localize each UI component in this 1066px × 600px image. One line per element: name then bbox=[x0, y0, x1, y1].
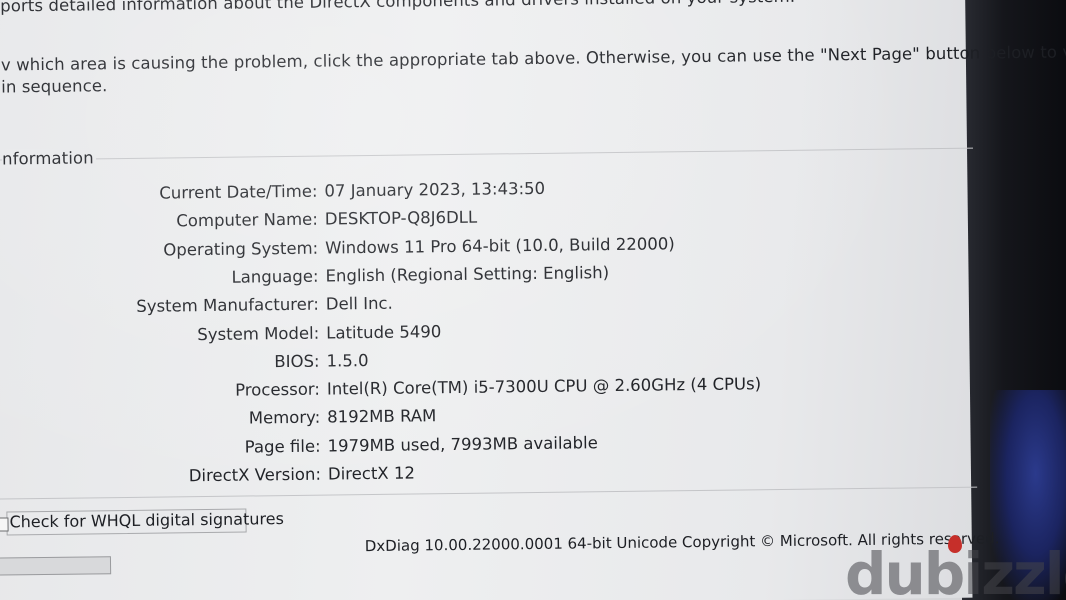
intro-text-line-2: v which area is causing the problem, cli… bbox=[0, 42, 1066, 75]
whql-checkbox[interactable] bbox=[0, 517, 9, 532]
dxdiag-window: ports detailed information about the Dir… bbox=[0, 0, 1066, 600]
info-value: 8192MB RAM bbox=[327, 406, 437, 427]
info-label: System Model: bbox=[197, 323, 320, 344]
info-value: 07 January 2023, 13:43:50 bbox=[324, 178, 546, 201]
info-label: Page file: bbox=[244, 436, 321, 457]
info-label: Memory: bbox=[248, 408, 321, 428]
info-value: DirectX 12 bbox=[327, 463, 416, 484]
info-value: 1979MB used, 7993MB available bbox=[327, 432, 598, 456]
info-label: DirectX Version: bbox=[188, 464, 322, 486]
info-value: Dell Inc. bbox=[325, 293, 393, 314]
intro-text-line-3: in sequence. bbox=[1, 76, 108, 97]
watermark-pin-icon bbox=[948, 535, 962, 553]
photo-stage: ports detailed information about the Dir… bbox=[0, 0, 1066, 600]
info-value: Latitude 5490 bbox=[326, 321, 442, 343]
info-label: Language: bbox=[231, 266, 319, 287]
info-label: System Manufacturer: bbox=[136, 294, 319, 317]
info-label: Computer Name: bbox=[176, 209, 318, 231]
info-value: DESKTOP-Q8J6DLL bbox=[324, 207, 478, 229]
whql-checkbox-label[interactable]: Check for WHQL digital signatures bbox=[9, 509, 284, 531]
info-value: English (Regional Setting: English) bbox=[325, 262, 610, 286]
system-information-group-label: nformation bbox=[1, 148, 96, 169]
info-value: 1.5.0 bbox=[326, 350, 369, 371]
info-label: BIOS: bbox=[274, 351, 320, 371]
progress-bar bbox=[0, 556, 112, 576]
info-label: Processor: bbox=[235, 379, 321, 400]
intro-text-line-1: ports detailed information about the Dir… bbox=[0, 0, 796, 16]
info-label: Operating System: bbox=[163, 238, 319, 260]
info-label: Current Date/Time: bbox=[159, 181, 318, 203]
